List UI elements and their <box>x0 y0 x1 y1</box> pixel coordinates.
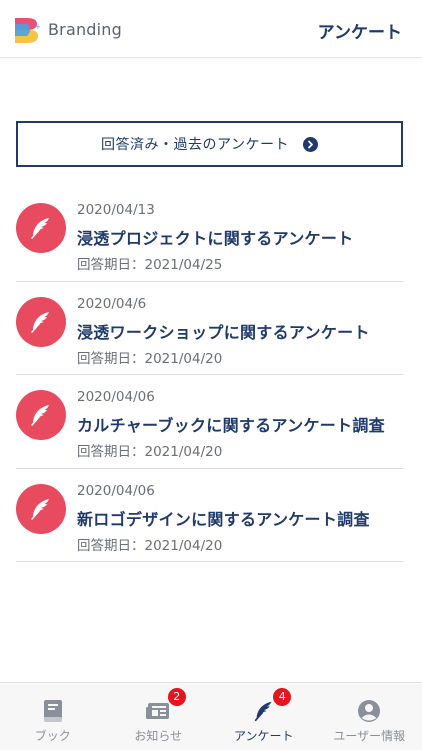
survey-list-item[interactable]: 2020/04/6 浸透ワークショップに関するアンケート 回答期日：2021/0… <box>16 282 403 375</box>
survey-deadline: 回答期日：2021/04/20 <box>77 350 223 367</box>
news-count-badge: 2 <box>167 688 186 706</box>
survey-title: 新ロゴデザインに関するアンケート調査 <box>77 509 370 529</box>
survey-title: カルチャーブックに関するアンケート調査 <box>77 416 385 435</box>
tab-book[interactable]: ブック <box>0 683 106 750</box>
survey-date: 2020/04/6 <box>77 295 147 312</box>
tab-news-label: お知らせ <box>134 729 183 743</box>
quill-icon <box>16 203 66 253</box>
tab-book-label: ブック <box>34 729 71 743</box>
app-header: + Branding アンケート <box>0 0 422 58</box>
page-title: アンケート <box>317 23 402 43</box>
news-icon <box>145 698 171 724</box>
survey-title: 浸透プロジェクトに関するアンケート <box>77 229 354 248</box>
brand-name: Branding <box>48 20 122 39</box>
tab-user[interactable]: ユーザー情報 <box>317 683 422 750</box>
book-icon <box>40 698 66 724</box>
tab-user-label: ユーザー情報 <box>333 729 406 743</box>
survey-list: 2020/04/13 浸透プロジェクトに関するアンケート 回答期日：2021/0… <box>16 188 403 562</box>
quill-icon <box>251 698 277 724</box>
survey-count-badge: 4 <box>273 688 292 706</box>
bottom-tab-bar: ブック 2 お知らせ 4 アンケート ユーザー情報 <box>0 682 422 750</box>
survey-title: 浸透ワークショップに関するアンケート <box>77 322 370 342</box>
branding-logo-icon: + <box>15 18 41 43</box>
quill-icon <box>16 390 66 440</box>
quill-icon <box>16 296 66 347</box>
user-icon <box>356 698 382 724</box>
tab-survey-label: アンケート <box>233 729 294 743</box>
survey-deadline: 回答期日：2021/04/25 <box>77 257 223 273</box>
past-surveys-label: 回答済み・過去のアンケート <box>101 137 289 153</box>
survey-deadline: 回答期日：2021/04/20 <box>77 444 223 460</box>
survey-list-item[interactable]: 2020/04/06 新ロゴデザインに関するアンケート調査 回答期日：2021/… <box>16 469 403 562</box>
svg-text:+: + <box>35 23 41 31</box>
quill-icon <box>16 483 66 534</box>
chevron-right-circle-icon <box>302 136 318 152</box>
survey-list-item[interactable]: 2020/04/13 浸透プロジェクトに関するアンケート 回答期日：2021/0… <box>16 188 403 282</box>
survey-date: 2020/04/13 <box>77 202 155 218</box>
survey-deadline: 回答期日：2021/04/20 <box>77 537 223 554</box>
tab-survey[interactable]: 4 アンケート <box>211 683 317 750</box>
survey-date: 2020/04/06 <box>77 482 155 499</box>
survey-date: 2020/04/06 <box>77 389 155 405</box>
past-surveys-button[interactable]: 回答済み・過去のアンケート <box>16 121 403 167</box>
tab-news[interactable]: 2 お知らせ <box>106 683 212 750</box>
survey-list-item[interactable]: 2020/04/06 カルチャーブックに関するアンケート調査 回答期日：2021… <box>16 375 403 469</box>
